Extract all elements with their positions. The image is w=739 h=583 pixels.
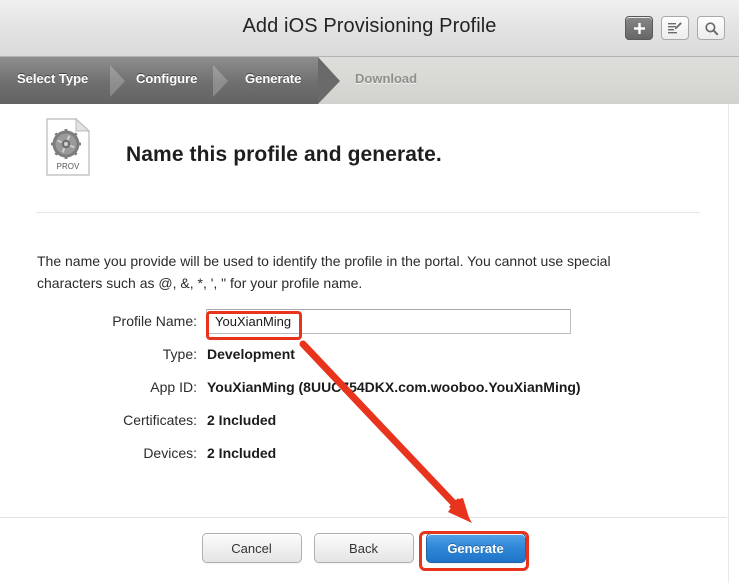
form-row-profile-name: Profile Name: — [0, 309, 739, 342]
breadcrumb-separator-2 — [213, 62, 233, 99]
profile-name-input[interactable] — [206, 309, 571, 334]
divider-bottom — [0, 517, 727, 518]
app-window: Add iOS Provisioning Profile Select Type… — [0, 0, 739, 583]
cancel-button[interactable]: Cancel — [201, 533, 302, 563]
breadcrumb-step-download: Download — [355, 71, 418, 86]
provisioning-profile-icon: PROV — [45, 117, 91, 176]
breadcrumb-step-configure[interactable]: Configure — [136, 71, 197, 86]
app-id-label: App ID: — [150, 379, 197, 395]
breadcrumb-step-generate[interactable]: Generate — [245, 71, 301, 86]
prov-icon-label: PROV — [57, 162, 80, 171]
search-icon — [704, 21, 719, 36]
title-bar-actions — [625, 16, 725, 40]
form-row-type: Type: Development — [0, 342, 739, 375]
compose-icon — [667, 21, 683, 35]
add-button[interactable] — [625, 16, 653, 40]
divider-top — [36, 212, 700, 213]
app-id-value: YouXianMing (8UUC754DKX.com.wooboo.YouXi… — [207, 379, 581, 395]
form-row-app-id: App ID: YouXianMing (8UUC754DKX.com.woob… — [0, 375, 739, 408]
type-value: Development — [207, 346, 295, 362]
breadcrumb-arrow-tip — [318, 57, 340, 104]
section-heading: Name this profile and generate. — [126, 143, 442, 166]
back-button[interactable]: Back — [313, 533, 414, 563]
type-label: Type: — [162, 346, 197, 362]
form-row-devices: Devices: 2 Included — [0, 441, 739, 474]
devices-value: 2 Included — [207, 445, 277, 461]
form-row-certificates: Certificates: 2 Included — [0, 408, 739, 441]
edit-button[interactable] — [661, 16, 689, 40]
breadcrumb: Select Type Configure Generate Download — [0, 57, 739, 104]
title-bar: Add iOS Provisioning Profile — [0, 0, 739, 57]
generate-button[interactable]: Generate — [425, 533, 526, 563]
breadcrumb-step-select-type[interactable]: Select Type — [17, 71, 88, 86]
profile-name-label: Profile Name: — [112, 313, 197, 329]
certificates-value: 2 Included — [207, 412, 277, 428]
certificates-label: Certificates: — [123, 412, 197, 428]
search-button[interactable] — [697, 16, 725, 40]
description-text: The name you provide will be used to ide… — [37, 253, 611, 291]
breadcrumb-separator-1 — [110, 62, 130, 99]
footer-button-bar: Cancel Back Generate — [0, 533, 727, 563]
profile-form: Profile Name: Type: Development App ID: … — [0, 309, 739, 474]
devices-label: Devices: — [143, 445, 197, 461]
plus-icon — [633, 22, 646, 35]
